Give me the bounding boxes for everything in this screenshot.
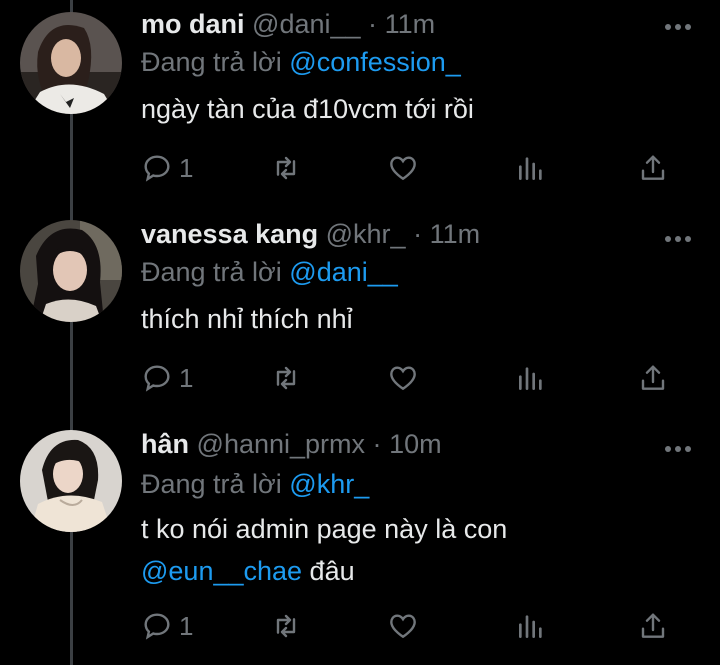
action-bar: 1 (141, 358, 681, 398)
views-button[interactable] (515, 606, 547, 646)
heart-icon (390, 156, 416, 181)
share-button[interactable] (637, 148, 669, 188)
retweet-button[interactable] (269, 148, 303, 188)
share-button[interactable] (637, 358, 669, 398)
tweet[interactable]: hân @hanni_prmx · 10m Đang trả lời @khr_… (0, 420, 720, 665)
like-button[interactable] (387, 606, 419, 646)
reply-count: 1 (179, 610, 194, 641)
handle[interactable]: @dani__ (252, 9, 361, 39)
reply-mention[interactable]: @confession_ (289, 47, 461, 77)
more-icon[interactable] (664, 230, 692, 242)
reply-mention[interactable]: @dani__ (289, 257, 398, 287)
tweet[interactable]: mo dani @dani__ · 11m Đang trả lời @conf… (0, 0, 720, 210)
views-button[interactable] (515, 148, 547, 188)
tweet-text: ngày tàn của đ10vcm tới rồi (141, 88, 701, 130)
tweet-header: mo dani @dani__ · 11m (141, 4, 435, 44)
timestamp[interactable]: 11m (430, 219, 481, 249)
reply-icon (144, 613, 170, 640)
heart-icon (390, 366, 416, 391)
views-button[interactable] (515, 358, 547, 398)
separator: · (368, 9, 378, 39)
reply-prefix: Đang trả lời (141, 257, 282, 287)
retweet-button[interactable] (269, 358, 303, 398)
reply-icon (144, 365, 170, 392)
reply-button[interactable]: 1 (141, 148, 193, 188)
share-icon (641, 155, 665, 180)
reply-prefix: Đang trả lời (141, 47, 282, 77)
more-icon[interactable] (664, 18, 692, 30)
like-button[interactable] (387, 358, 419, 398)
tweet-text-tail: đâu (302, 556, 355, 586)
retweet-button[interactable] (269, 606, 303, 646)
timestamp[interactable]: 11m (385, 9, 436, 39)
text-mention[interactable]: @eun__chae (141, 556, 302, 586)
reply-context: Đang trả lời @khr_ (141, 464, 369, 504)
retweet-icon (276, 156, 296, 180)
avatar[interactable] (20, 430, 122, 532)
more-icon[interactable] (664, 440, 692, 452)
reply-mention[interactable]: @khr_ (289, 469, 369, 499)
display-name[interactable]: mo dani (141, 9, 245, 39)
analytics-icon (519, 157, 542, 180)
reply-prefix: Đang trả lời (141, 469, 282, 499)
tweet-text-body: ngày tàn của đ10vcm tới rồi (141, 94, 474, 124)
like-button[interactable] (387, 148, 419, 188)
timestamp[interactable]: 10m (389, 429, 442, 459)
reply-button[interactable]: 1 (141, 358, 193, 398)
handle[interactable]: @khr_ (326, 219, 406, 249)
reply-context: Đang trả lời @confession_ (141, 42, 461, 82)
share-icon (641, 613, 665, 638)
reply-count: 1 (179, 152, 194, 183)
tweet[interactable]: vanessa kang @khr_ · 11m Đang trả lời @d… (0, 210, 720, 420)
tweet-header: hân @hanni_prmx · 10m (141, 424, 442, 464)
analytics-icon (519, 367, 542, 390)
action-bar: 1 (141, 606, 681, 646)
tweet-text-body: t ko nói admin page này là con (141, 514, 508, 544)
action-bar: 1 (141, 148, 681, 188)
reply-icon (144, 155, 170, 182)
reply-button[interactable]: 1 (141, 606, 193, 646)
display-name[interactable]: vanessa kang (141, 219, 318, 249)
separator: · (413, 219, 423, 249)
tweet-text-body: thích nhỉ thích nhỉ (141, 304, 353, 334)
retweet-icon (276, 614, 296, 638)
avatar[interactable] (20, 12, 122, 114)
analytics-icon (519, 615, 542, 638)
tweet-header: vanessa kang @khr_ · 11m (141, 214, 480, 254)
reply-count: 1 (179, 362, 194, 393)
reply-context: Đang trả lời @dani__ (141, 252, 398, 292)
tweet-text: thích nhỉ thích nhỉ (141, 298, 701, 340)
avatar[interactable] (20, 220, 122, 322)
handle[interactable]: @hanni_prmx (197, 429, 366, 459)
separator: · (372, 429, 382, 459)
share-icon (641, 365, 665, 390)
display-name[interactable]: hân (141, 429, 189, 459)
heart-icon (390, 614, 416, 639)
tweet-text: t ko nói admin page này là con @eun__cha… (141, 508, 701, 592)
share-button[interactable] (637, 606, 669, 646)
retweet-icon (276, 366, 296, 390)
